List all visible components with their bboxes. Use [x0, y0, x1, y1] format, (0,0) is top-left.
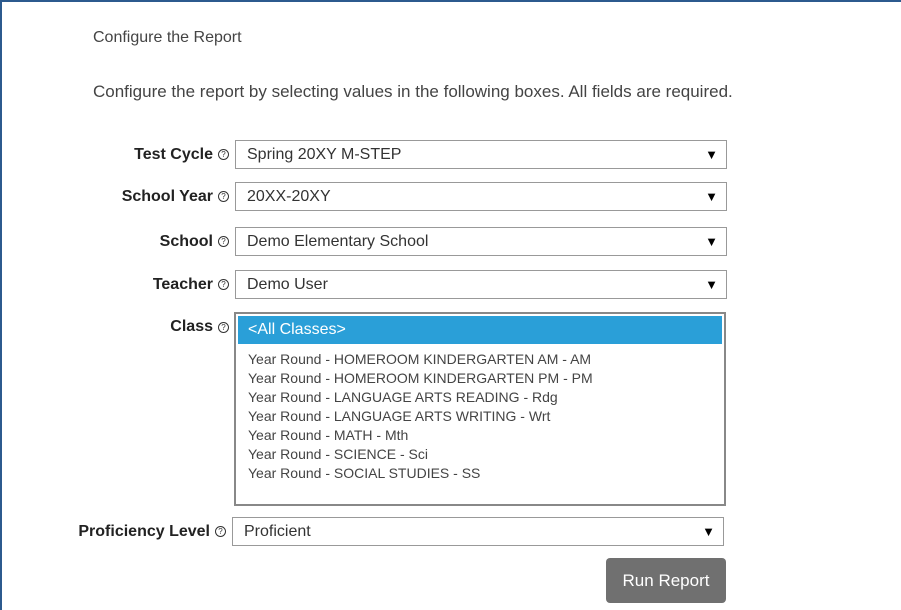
class-option[interactable]: Year Round - MATH - Mth: [236, 426, 724, 445]
class-option[interactable]: Year Round - SCIENCE - Sci: [236, 445, 724, 464]
proficiency-level-select[interactable]: Proficient ▼: [232, 517, 724, 546]
class-option[interactable]: Year Round - LANGUAGE ARTS WRITING - Wrt: [236, 407, 724, 426]
test-cycle-value: Spring 20XY M-STEP: [247, 145, 402, 163]
teacher-select[interactable]: Demo User ▼: [235, 270, 727, 299]
teacher-label-text: Teacher: [152, 275, 213, 293]
help-icon[interactable]: ?: [215, 526, 226, 537]
test-cycle-label-text: Test Cycle: [134, 145, 213, 163]
school-year-value: 20XX-20XY: [247, 187, 331, 205]
chevron-down-icon: ▼: [702, 524, 715, 539]
proficiency-level-label: Proficiency Level ?: [78, 517, 226, 546]
chevron-down-icon: ▼: [705, 234, 718, 249]
school-label: School ?: [160, 227, 229, 256]
teacher-label: Teacher ?: [153, 270, 229, 299]
help-icon[interactable]: ?: [218, 149, 229, 160]
class-option[interactable]: Year Round - HOMEROOM KINDERGARTEN PM - …: [236, 369, 724, 388]
class-label-text: Class: [170, 318, 213, 335]
class-option-selected[interactable]: <All Classes>: [238, 316, 722, 344]
class-label: Class ?: [170, 313, 229, 341]
content-panel: Configure the Report Configure the repor…: [0, 0, 901, 610]
class-option[interactable]: Year Round - SOCIAL STUDIES - SS: [236, 464, 724, 483]
help-icon[interactable]: ?: [218, 279, 229, 290]
help-icon[interactable]: ?: [218, 191, 229, 202]
chevron-down-icon: ▼: [705, 147, 718, 162]
help-icon[interactable]: ?: [218, 236, 229, 247]
instructions-text: Configure the report by selecting values…: [93, 82, 733, 101]
chevron-down-icon: ▼: [705, 189, 718, 204]
proficiency-level-value: Proficient: [244, 522, 311, 540]
test-cycle-label: Test Cycle ?: [134, 140, 229, 169]
school-value: Demo Elementary School: [247, 232, 429, 250]
school-label-text: School: [159, 232, 213, 250]
chevron-down-icon: ▼: [705, 277, 718, 292]
proficiency-level-label-text: Proficiency Level: [78, 522, 210, 540]
page-title: Configure the Report: [93, 29, 242, 46]
class-option[interactable]: Year Round - HOMEROOM KINDERGARTEN AM - …: [236, 350, 724, 369]
school-year-select[interactable]: 20XX-20XY ▼: [235, 182, 727, 211]
school-year-label-text: School Year: [121, 187, 213, 205]
class-option[interactable]: Year Round - LANGUAGE ARTS READING - Rdg: [236, 388, 724, 407]
class-listbox[interactable]: <All Classes> Year Round - HOMEROOM KIND…: [234, 312, 726, 506]
test-cycle-select[interactable]: Spring 20XY M-STEP ▼: [235, 140, 727, 169]
run-report-button[interactable]: Run Report: [606, 558, 726, 603]
school-year-label: School Year ?: [122, 182, 229, 211]
teacher-value: Demo User: [247, 275, 328, 293]
school-select[interactable]: Demo Elementary School ▼: [235, 227, 727, 256]
help-icon[interactable]: ?: [218, 321, 229, 333]
